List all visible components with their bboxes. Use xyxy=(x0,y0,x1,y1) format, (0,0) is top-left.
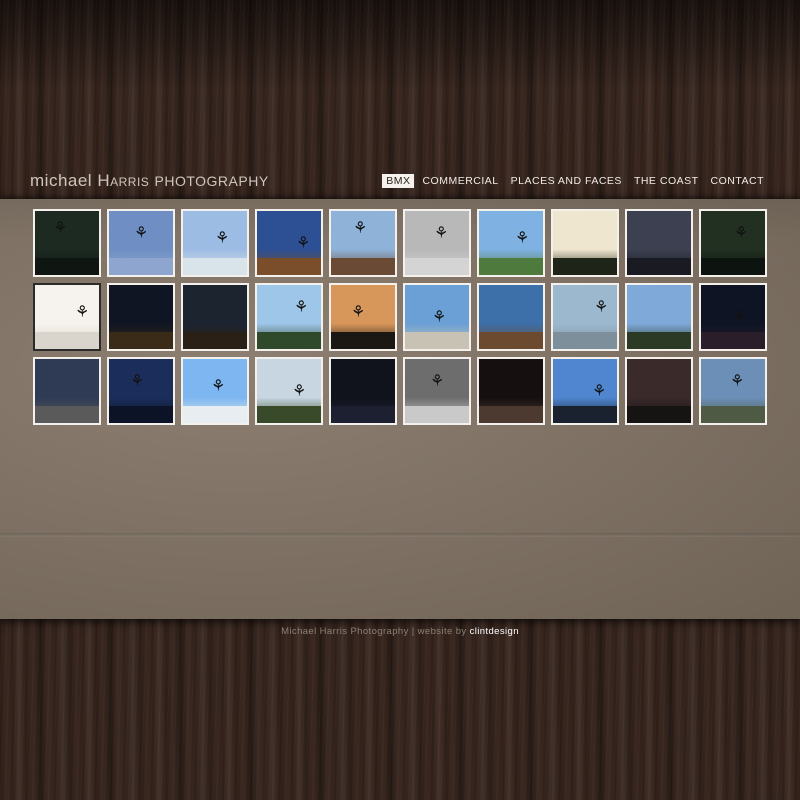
thumbnail-ground xyxy=(627,406,691,423)
bmx-rider-icon: ⚘ xyxy=(353,220,368,237)
gallery-thumbnail[interactable]: ⚘ xyxy=(181,209,249,277)
thumbnail-ground xyxy=(257,406,321,423)
gallery-thumbnail[interactable] xyxy=(625,357,693,425)
gallery-thumbnail[interactable] xyxy=(477,283,545,351)
thumbnail-ground xyxy=(627,332,691,349)
bmx-rider-icon: ⚘ xyxy=(134,225,149,242)
bmx-rider-icon: ⚘ xyxy=(730,373,745,390)
thumbnail-ground xyxy=(479,258,543,275)
gallery-thumbnail[interactable]: ⚘ xyxy=(403,283,471,351)
bmx-rider-icon: ⚘ xyxy=(292,383,307,400)
thumbnail-ground xyxy=(479,406,543,423)
thumbnail-ground xyxy=(479,332,543,349)
gallery-thumbnail[interactable]: ⚘ xyxy=(403,357,471,425)
panel-fold-line xyxy=(0,533,800,537)
gallery-thumbnail[interactable]: ⚘ xyxy=(181,357,249,425)
thumbnail-ground xyxy=(331,406,395,423)
bmx-rider-icon: ⚘ xyxy=(592,383,607,400)
thumbnail-ground xyxy=(553,258,617,275)
bmx-rider-icon: ⚘ xyxy=(351,304,366,321)
gallery-thumbnail[interactable]: ⚘ xyxy=(107,357,175,425)
nav-item-places-and-faces[interactable]: PLACES AND FACES xyxy=(507,174,626,188)
thumbnail-ground xyxy=(183,258,247,275)
thumbnail-ground xyxy=(627,258,691,275)
gallery-thumbnail[interactable]: ⚘ xyxy=(33,283,101,351)
gallery-thumbnail[interactable] xyxy=(181,283,249,351)
logo-first-name: michael xyxy=(30,171,93,190)
gallery-thumbnail[interactable]: ⚘ xyxy=(699,209,767,277)
thumbnail-ground xyxy=(331,332,395,349)
gallery-thumbnail[interactable] xyxy=(625,283,693,351)
thumbnail-ground xyxy=(109,258,173,275)
thumbnail-ground xyxy=(701,406,765,423)
nav-item-bmx[interactable]: BMX xyxy=(382,174,415,188)
main-nav: BMX COMMERCIAL PLACES AND FACES THE COAS… xyxy=(382,174,768,188)
bmx-rider-icon: ⚘ xyxy=(732,309,747,326)
gallery-thumbnail[interactable]: ⚘ xyxy=(255,209,323,277)
bmx-rider-icon: ⚘ xyxy=(432,309,447,326)
gallery-thumbnail[interactable]: ⚘ xyxy=(403,209,471,277)
site-footer: Michael Harris Photography | website by … xyxy=(0,626,800,637)
bmx-rider-icon: ⚘ xyxy=(215,230,230,247)
gallery-thumbnail[interactable]: ⚘ xyxy=(329,283,397,351)
thumbnail-ground xyxy=(257,332,321,349)
thumbnail-ground xyxy=(35,406,99,423)
logo-last-name: Harris xyxy=(97,171,150,190)
gallery-thumbnail[interactable] xyxy=(329,357,397,425)
thumbnail-ground xyxy=(35,258,99,275)
bmx-rider-icon: ⚘ xyxy=(734,225,749,242)
thumbnail-ground xyxy=(183,406,247,423)
site-header: michael Harris PHOTOGRAPHY BMX COMMERCIA… xyxy=(0,0,800,200)
thumbnail-ground xyxy=(553,406,617,423)
thumbnail-ground xyxy=(109,406,173,423)
gallery-thumbnail[interactable] xyxy=(551,209,619,277)
gallery-thumbnail[interactable] xyxy=(625,209,693,277)
thumbnail-ground xyxy=(183,332,247,349)
bmx-rider-icon: ⚘ xyxy=(594,299,609,316)
bmx-rider-icon: ⚘ xyxy=(75,304,90,321)
gallery-thumbnail[interactable]: ⚘ xyxy=(551,357,619,425)
bmx-rider-icon: ⚘ xyxy=(296,235,311,252)
logo-photography: PHOTOGRAPHY xyxy=(154,173,269,189)
gallery-thumbnail[interactable]: ⚘ xyxy=(699,357,767,425)
bmx-rider-icon: ⚘ xyxy=(434,225,449,242)
gallery-thumbnail[interactable]: ⚘ xyxy=(329,209,397,277)
thumbnail-ground xyxy=(553,332,617,349)
gallery-thumbnail[interactable]: ⚘ xyxy=(107,209,175,277)
thumbnail-ground xyxy=(35,332,99,349)
thumbnail-ground xyxy=(405,406,469,423)
thumbnail-ground xyxy=(701,258,765,275)
thumbnail-ground xyxy=(109,332,173,349)
bmx-rider-icon: ⚘ xyxy=(430,373,445,390)
gallery-thumbnail[interactable] xyxy=(107,283,175,351)
bmx-rider-icon: ⚘ xyxy=(511,378,526,395)
gallery-thumbnail[interactable]: ⚘ xyxy=(551,283,619,351)
bmx-rider-icon: ⚘ xyxy=(53,220,68,237)
gallery-thumbnail[interactable]: ⚘ xyxy=(33,209,101,277)
bmx-rider-icon: ⚘ xyxy=(211,378,226,395)
footer-credit-link[interactable]: clintdesign xyxy=(470,626,519,637)
bmx-rider-icon: ⚘ xyxy=(515,230,530,247)
gallery-thumbnail[interactable]: ⚘ xyxy=(255,283,323,351)
thumbnail-ground xyxy=(257,258,321,275)
bmx-rider-icon: ⚘ xyxy=(294,299,309,316)
gallery-thumbnail[interactable]: ⚘ xyxy=(477,357,545,425)
gallery-thumbnail[interactable]: ⚘ xyxy=(477,209,545,277)
thumbnail-ground xyxy=(405,332,469,349)
gallery-thumbnail[interactable]: ⚘ xyxy=(255,357,323,425)
gallery-thumbnail[interactable]: ⚘ xyxy=(699,283,767,351)
nav-item-the-coast[interactable]: THE COAST xyxy=(630,174,703,188)
footer-text: Michael Harris Photography | website by xyxy=(281,626,467,637)
bmx-rider-icon: ⚘ xyxy=(130,373,145,390)
thumbnail-ground xyxy=(405,258,469,275)
thumbnail-ground xyxy=(701,332,765,349)
site-logo[interactable]: michael Harris PHOTOGRAPHY xyxy=(30,171,269,191)
gallery-thumbnail[interactable] xyxy=(33,357,101,425)
thumbnail-ground xyxy=(331,258,395,275)
nav-item-contact[interactable]: CONTACT xyxy=(707,174,768,188)
nav-item-commercial[interactable]: COMMERCIAL xyxy=(418,174,502,188)
